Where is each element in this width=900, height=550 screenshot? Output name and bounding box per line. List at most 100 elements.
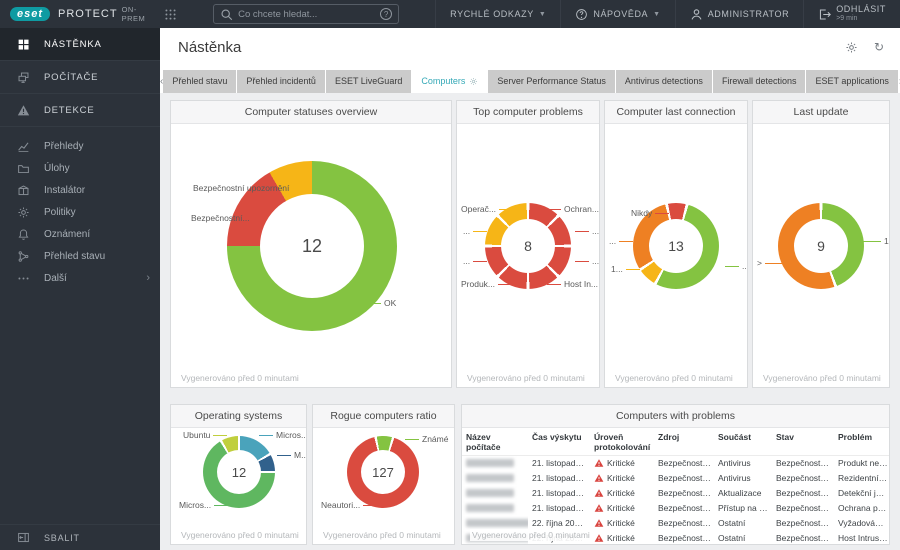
tab-firewall-detections[interactable]: Firewall detections	[712, 70, 806, 93]
sidebar-item-installer[interactable]: Instalátor	[0, 179, 160, 201]
critical-warning-icon	[594, 503, 604, 513]
chart-label: >	[757, 257, 789, 269]
more-icon	[16, 272, 30, 285]
column-header[interactable]: Úroveň protokolování	[590, 429, 654, 456]
column-header[interactable]: Stav	[772, 429, 834, 456]
chevron-down-icon: ▼	[653, 10, 661, 18]
chart-label: ...	[725, 260, 747, 272]
eset-logo: eset	[10, 7, 51, 21]
status-icon	[16, 250, 30, 263]
donut-center-value: 9	[794, 219, 848, 273]
donut-chart-top-problems[interactable]: 8 Operač... Ochran......... Host In... Produ…	[457, 101, 599, 387]
detections-icon	[16, 104, 30, 117]
search-help-icon[interactable]: ?	[380, 8, 393, 20]
table-row[interactable]: 21. listopadu 2...Kritické Bezpečnostní a…	[462, 501, 889, 516]
tab-antivirus-detections[interactable]: Antivirus detections	[615, 70, 712, 93]
global-search[interactable]: ?	[213, 4, 400, 24]
redacted-blur	[466, 504, 514, 512]
chevron-right-icon: ›	[146, 272, 150, 284]
column-header[interactable]: Problém	[834, 429, 889, 456]
chart-label: ...	[575, 225, 599, 237]
table-cell: Detekční jádro ...	[838, 488, 889, 498]
help-label: NÁPOVĚDA	[593, 9, 649, 19]
table-cell: 21. listopadu 2...	[532, 458, 590, 469]
sidebar-item-notifications[interactable]: Oznámení	[0, 223, 160, 245]
donut-chart-computer-statuses[interactable]: 12 Bezpečnostní upozornění Bezpečnostní...…	[171, 101, 451, 387]
logout-button[interactable]: ODHLÁSIT >9 min	[803, 0, 900, 28]
table-cell: Bezpečnostní ri...	[776, 458, 834, 469]
sidebar-item-policies[interactable]: Politiky	[0, 201, 160, 223]
table-cell: Bezpečnostní ri...	[776, 488, 834, 498]
sidebar-item-reports[interactable]: Přehledy	[0, 135, 160, 157]
critical-warning-icon	[594, 518, 604, 528]
tab-eset-liveguard[interactable]: ESET LiveGuard	[325, 70, 412, 93]
sidebar-collapse-button[interactable]: SBALIT	[0, 524, 160, 550]
sidebar: NÁSTĚNKA POČÍTAČE DETEKCE Přehledy Úlohy Inst…	[0, 28, 160, 550]
app-grid-icon[interactable]	[164, 8, 177, 21]
column-header[interactable]: Název počítače	[462, 429, 528, 456]
chart-label: Micros...	[179, 499, 229, 511]
tab-settings-gear-icon[interactable]	[469, 77, 478, 86]
label-leader-line	[498, 208, 513, 210]
tab-p-ehled-stavu[interactable]: Přehled stavu	[163, 70, 237, 93]
tab-label: Antivirus detections	[624, 76, 703, 86]
user-icon	[690, 8, 703, 21]
label-leader-line	[405, 438, 419, 440]
donut-center-value: 12	[217, 450, 261, 494]
chart-label: Známé	[405, 433, 448, 445]
policies-icon	[16, 206, 30, 219]
table-row[interactable]: 21. listopadu 2...Kritické Bezpečnostní a…	[462, 486, 889, 501]
label-leader-line	[292, 187, 307, 189]
table-cell: Ostatní	[718, 518, 746, 528]
donut-center-value: 127	[361, 450, 405, 494]
sidebar-item-label: Politiky	[44, 206, 76, 218]
collapse-icon	[16, 531, 30, 544]
column-header[interactable]: Zdroj	[654, 429, 714, 456]
sidebar-item-detections[interactable]: DETEKCE	[0, 94, 160, 127]
dashboard-settings-gear-icon[interactable]	[845, 41, 858, 54]
help-menu[interactable]: NÁPOVĚDA ▼	[560, 0, 674, 28]
label-leader-line	[725, 265, 739, 267]
critical-warning-icon	[594, 458, 604, 468]
chart-label: ...	[575, 255, 599, 267]
card-title: Computer last connection	[605, 101, 747, 124]
table-cell: Bezpečnostní a...	[658, 518, 714, 528]
user-menu[interactable]: ADMINISTRATOR	[674, 0, 803, 28]
label-leader-line	[277, 454, 291, 456]
tab-p-ehled-incident-[interactable]: Přehled incidentů	[237, 70, 325, 93]
label-leader-line	[619, 240, 634, 242]
label-leader-line	[473, 230, 488, 232]
generated-label: Vygenerováno před 0 minutami	[321, 529, 443, 541]
tab-computers[interactable]: Computers	[412, 70, 488, 93]
tab-server-performance-status[interactable]: Server Performance Status	[488, 70, 615, 93]
tab-eset-applications[interactable]: ESET applications	[806, 70, 898, 93]
table-row[interactable]: 21. listopadu 2...Kritické Bezpečnostní a…	[462, 456, 889, 471]
tab-label: ESET LiveGuard	[334, 76, 403, 86]
sidebar-item-computers[interactable]: POČÍTAČE	[0, 61, 160, 94]
table-cell: Vyžadován rest...	[838, 518, 889, 528]
sidebar-item-tasks[interactable]: Úlohy	[0, 157, 160, 179]
eset-protect-dashboard: eset PROTECT ON-PREM ? RYCHLÉ ODKAZY ▼ N…	[0, 0, 900, 550]
critical-warning-icon	[594, 473, 604, 483]
search-input[interactable]	[238, 8, 381, 20]
severity-cell: Kritické	[590, 456, 654, 471]
sidebar-item-more[interactable]: Další ›	[0, 267, 160, 289]
label-leader-line	[655, 212, 670, 214]
quick-links-menu[interactable]: RYCHLÉ ODKAZY ▼	[435, 0, 560, 28]
dashboard-content: Computer statuses overview 12 Bezpečnostn…	[160, 93, 900, 550]
table-row[interactable]: 21. listopadu 2...Kritické Bezpečnostní a…	[462, 471, 889, 486]
brand[interactable]: eset PROTECT ON-PREM	[0, 5, 160, 23]
donut-chart-last-connection[interactable]: 13Nikdy... 1......	[605, 101, 747, 387]
chart-label: Bezpečnostní upozornění	[193, 182, 307, 194]
column-header[interactable]: Čas výskytu	[528, 429, 590, 456]
redacted-blur	[466, 489, 514, 497]
donut-chart-last-update[interactable]: 9 1 >	[753, 101, 889, 387]
sidebar-item-status[interactable]: Přehled stavu	[0, 245, 160, 267]
chart-label: 1...	[611, 263, 640, 275]
column-header[interactable]: Součást	[714, 429, 772, 456]
chart-label: M...	[277, 449, 306, 461]
chart-label: Bezpečnostní...	[191, 212, 267, 224]
refresh-icon[interactable]: ↻	[874, 41, 884, 54]
sidebar-item-dashboard[interactable]: NÁSTĚNKA	[0, 28, 160, 61]
severity-cell: Kritické	[590, 516, 654, 531]
